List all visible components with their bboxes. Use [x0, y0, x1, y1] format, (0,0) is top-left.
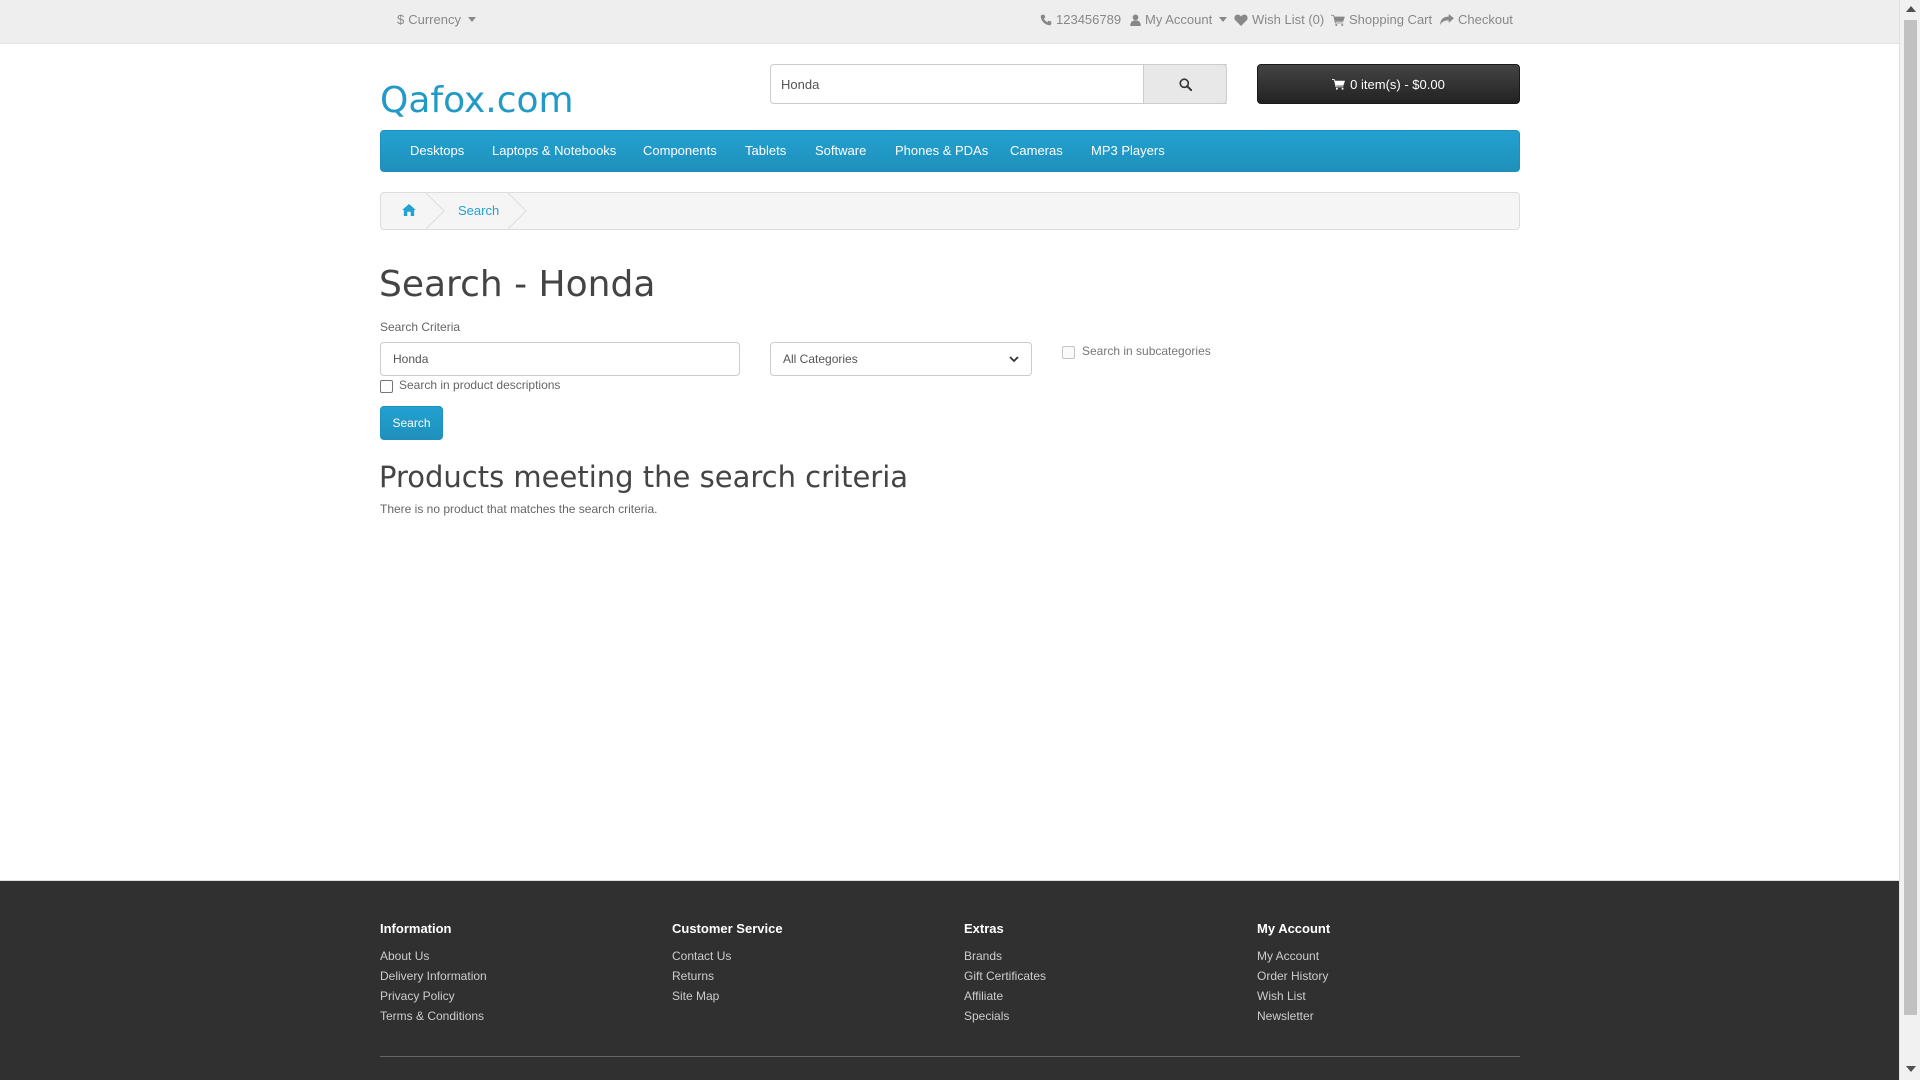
subcategories-checkbox[interactable] — [1062, 346, 1075, 359]
footer-link-newsletter[interactable]: Newsletter — [1257, 1006, 1330, 1026]
user-icon — [1130, 14, 1141, 26]
footer-heading: Extras — [964, 921, 1004, 936]
phone-link[interactable]: 123456789 — [1040, 12, 1121, 27]
cart-button[interactable]: 0 item(s) - $0.00 — [1257, 64, 1520, 104]
shopping-cart-label: Shopping Cart — [1349, 12, 1433, 27]
breadcrumb-separator — [426, 193, 445, 229]
menu-item-laptops[interactable]: Laptops & Notebooks — [492, 143, 616, 158]
page-title: Search - Honda — [379, 264, 656, 305]
checkout-label: Checkout — [1458, 12, 1513, 27]
footer-link-site-map[interactable]: Site Map — [672, 986, 783, 1006]
breadcrumb-item-search[interactable]: Search — [458, 203, 499, 218]
breadcrumb: Search — [380, 192, 1520, 230]
scroll-up-arrow-icon[interactable] — [1906, 6, 1916, 12]
footer-divider — [380, 1056, 1520, 1057]
category-select[interactable]: All Categories — [770, 342, 1032, 376]
currency-symbol: $ — [397, 12, 405, 27]
scrollbar-thumb[interactable] — [1904, 20, 1917, 1015]
category-selected-value: All Categories — [783, 352, 858, 366]
cart-icon — [1331, 14, 1345, 26]
results-title: Products meeting the search criteria — [379, 460, 909, 494]
menu-item-mp3-players[interactable]: MP3 Players — [1091, 143, 1165, 158]
my-account-label: My Account — [1145, 12, 1213, 27]
descriptions-label: Search in product descriptions — [399, 378, 561, 392]
phone-number: 123456789 — [1056, 12, 1122, 27]
menu-item-cameras[interactable]: Cameras — [1010, 143, 1063, 158]
footer-link-wish-list[interactable]: Wish List — [1257, 986, 1330, 1006]
search-criteria-input[interactable] — [380, 342, 740, 376]
heart-icon — [1234, 14, 1248, 26]
footer-link-privacy[interactable]: Privacy Policy — [380, 986, 487, 1006]
menu-item-desktops[interactable]: Desktops — [410, 143, 464, 158]
no-results-message: There is no product that matches the sea… — [380, 502, 658, 516]
footer-link-about-us[interactable]: About Us — [380, 946, 487, 966]
site-logo[interactable]: Qafox.com — [380, 80, 574, 121]
chevron-down-icon — [1009, 355, 1019, 362]
footer-customer-service: Customer Service Contact Us Returns Site… — [672, 921, 783, 1006]
currency-label: Currency — [408, 12, 461, 27]
footer-my-account: My Account My Account Order History Wish… — [1257, 921, 1330, 1026]
footer-heading: My Account — [1257, 921, 1331, 936]
footer-information: Information About Us Delivery Informatio… — [380, 921, 487, 1026]
phone-icon — [1040, 14, 1052, 25]
footer-link-affiliate[interactable]: Affiliate — [964, 986, 1046, 1006]
search-icon — [1178, 77, 1192, 91]
checkout-link[interactable]: Checkout — [1440, 12, 1513, 27]
header-search-button[interactable] — [1143, 64, 1227, 104]
menu-item-tablets[interactable]: Tablets — [745, 143, 786, 158]
footer-link-my-account[interactable]: My Account — [1257, 946, 1330, 966]
menu-item-phones[interactable]: Phones & PDAs — [895, 143, 988, 158]
footer-link-terms[interactable]: Terms & Conditions — [380, 1006, 487, 1026]
search-criteria-label: Search Criteria — [380, 320, 461, 334]
footer-link-returns[interactable]: Returns — [672, 966, 783, 986]
subcategories-label: Search in subcategories — [1082, 344, 1211, 358]
footer-link-contact-us[interactable]: Contact Us — [672, 946, 783, 966]
scroll-down-arrow-icon[interactable] — [1906, 1066, 1916, 1072]
cart-icon — [1332, 79, 1346, 90]
share-icon — [1440, 13, 1454, 25]
footer-extras: Extras Brands Gift Certificates Affiliat… — [964, 921, 1046, 1026]
footer-heading: Customer Service — [672, 921, 783, 936]
wish-list-label: Wish List (0) — [1252, 12, 1325, 27]
currency-dropdown[interactable]: $ Currency — [397, 12, 476, 27]
footer: Information About Us Delivery Informatio… — [0, 880, 1899, 1080]
footer-link-brands[interactable]: Brands — [964, 946, 1046, 966]
chevron-down-icon — [467, 17, 476, 22]
home-icon[interactable] — [402, 204, 416, 216]
shopping-cart-link[interactable]: Shopping Cart — [1331, 12, 1432, 27]
top-bar: $ Currency 123456789 My Account Wish Lis… — [0, 0, 1899, 44]
wish-list-link[interactable]: Wish List (0) — [1234, 12, 1324, 27]
footer-link-gift-certificates[interactable]: Gift Certificates — [964, 966, 1046, 986]
vertical-scrollbar[interactable] — [1899, 0, 1920, 1080]
descriptions-checkbox[interactable] — [380, 380, 393, 393]
breadcrumb-separator — [508, 193, 527, 229]
menu-item-components[interactable]: Components — [643, 143, 717, 158]
menu-item-software[interactable]: Software — [815, 143, 866, 158]
my-account-dropdown[interactable]: My Account — [1130, 12, 1228, 27]
footer-heading: Information — [380, 921, 452, 936]
cart-total-label: 0 item(s) - $0.00 — [1350, 76, 1445, 92]
search-button[interactable]: Search — [380, 406, 443, 440]
footer-link-specials[interactable]: Specials — [964, 1006, 1046, 1026]
footer-link-delivery[interactable]: Delivery Information — [380, 966, 487, 986]
main-menu: Desktops Laptops & Notebooks Components … — [380, 130, 1520, 172]
chevron-down-icon — [1219, 17, 1228, 22]
footer-link-order-history[interactable]: Order History — [1257, 966, 1330, 986]
